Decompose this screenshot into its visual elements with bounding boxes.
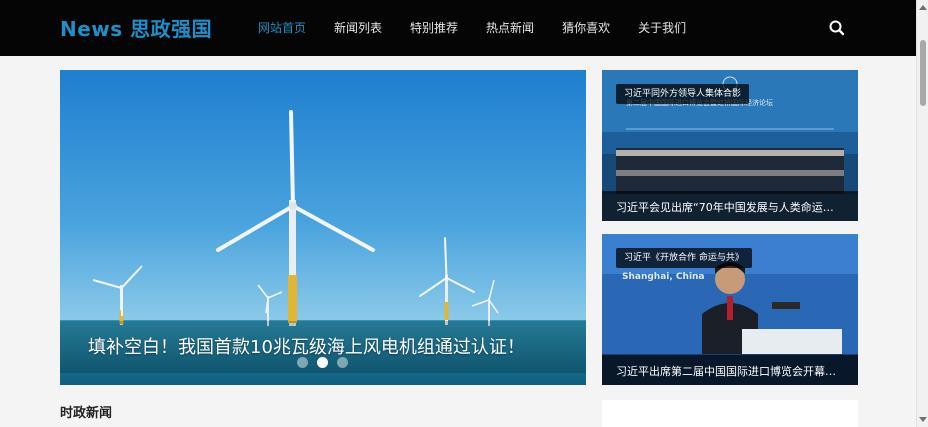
nav-item-news-list[interactable]: 新闻列表: [334, 0, 382, 56]
page-scrollbar[interactable]: [916, 0, 928, 427]
nav-item-about-us[interactable]: 关于我们: [638, 0, 686, 56]
scroll-up-icon[interactable]: [919, 5, 927, 10]
card-tag[interactable]: 习近平《开放合作 命运与共》: [616, 248, 752, 268]
slide-title[interactable]: 填补空白！我国首款10兆瓦级海上风电机组通过认证！: [88, 333, 525, 359]
slider-dot-1[interactable]: [297, 357, 308, 368]
card-caption-text[interactable]: 习近平出席第二届中国国际进口博览会开幕式并发表主旨演讲: [616, 363, 844, 379]
slider-dot-2[interactable]: [317, 357, 328, 368]
search-icon[interactable]: [828, 19, 846, 37]
slider-dot-3[interactable]: [337, 357, 348, 368]
scroll-down-icon[interactable]: [919, 417, 927, 422]
hero-slider[interactable]: 填补空白！我国首款10兆瓦级海上风电机组通过认证！: [60, 70, 586, 385]
nav-item-special[interactable]: 特别推荐: [410, 0, 458, 56]
site-logo[interactable]: News 思政强国: [60, 13, 212, 42]
nav-item-you-may-like[interactable]: 猜你喜欢: [562, 0, 610, 56]
featured-card-group-photo[interactable]: 第二届中国国际进口博览会暨虹桥国际经济论坛 习近平同外方领导人集体合影 习近平会…: [602, 70, 858, 221]
main-nav: 网站首页 新闻列表 特别推荐 热点新闻 猜你喜欢 关于我们: [258, 0, 714, 56]
scroll-thumb[interactable]: [920, 40, 926, 106]
card-tag[interactable]: 习近平同外方领导人集体合影: [616, 84, 750, 104]
nav-item-home[interactable]: 网站首页: [258, 0, 306, 56]
card-caption-bar: 习近平会见出席“70年中国发展与人类命运共同体”国际研讨会外方代表: [602, 191, 858, 221]
card2-backdrop-text: Shanghai, China: [622, 272, 705, 282]
section-title-politics-news: 时政新闻: [60, 406, 113, 421]
slider-pagination: [297, 357, 357, 368]
nav-item-hot-news[interactable]: 热点新闻: [486, 0, 534, 56]
card-caption-text[interactable]: 习近平会见出席“70年中国发展与人类命运共同体”国际研讨会外方代表: [616, 199, 844, 215]
top-navigation-bar: News 思政强国 网站首页 新闻列表 特别推荐 热点新闻 猜你喜欢 关于我们: [0, 0, 916, 56]
sidebar-panel: [602, 400, 858, 427]
card-caption-bar: 习近平出席第二届中国国际进口博览会开幕式并发表主旨演讲: [602, 355, 858, 385]
featured-card-speech[interactable]: Shanghai, China 习近平《开放合作 命运与共》 习近平出席第二届中…: [602, 234, 858, 385]
